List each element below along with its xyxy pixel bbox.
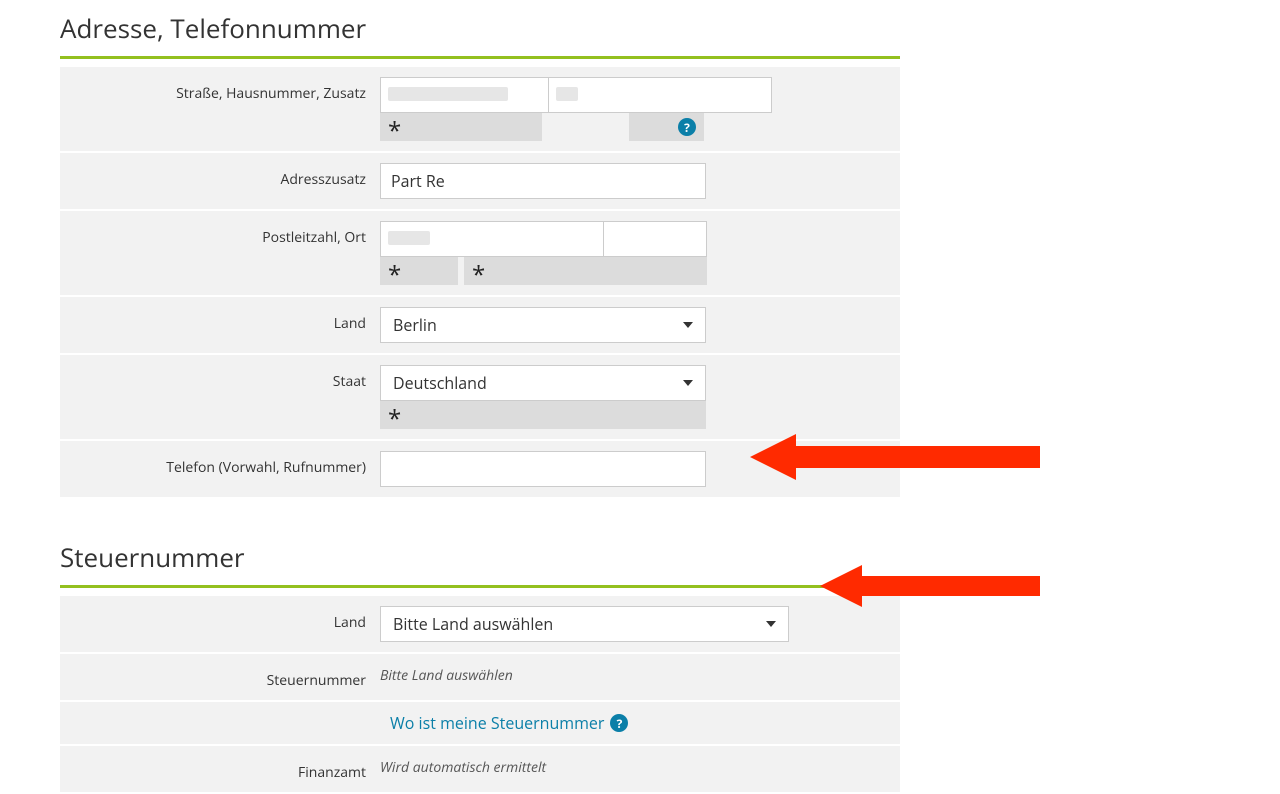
- annotation-arrow: [750, 434, 1040, 480]
- row-tax-number: Steuernummer Bitte Land auswählen: [60, 654, 900, 700]
- label-plz-ort: Postleitzahl, Ort: [60, 221, 380, 247]
- label-staat: Staat: [60, 365, 380, 391]
- required-indicator: *: [380, 401, 706, 429]
- label-addr-extra: Adresszusatz: [60, 163, 380, 189]
- where-tax-number-link[interactable]: Wo ist meine Steuernummer ?: [390, 712, 628, 734]
- row-tax-link: Wo ist meine Steuernummer ?: [60, 702, 900, 744]
- row-tax-land: Land Bitte Land auswählen: [60, 596, 900, 652]
- row-land: Land Berlin: [60, 297, 900, 353]
- row-finanzamt: Finanzamt Wird automatisch ermittelt: [60, 746, 900, 792]
- label-street: Straße, Hausnummer, Zusatz: [60, 77, 380, 103]
- addr-extra-input[interactable]: [380, 163, 706, 199]
- required-indicator: *: [380, 257, 458, 285]
- row-addr-extra: Adresszusatz: [60, 153, 900, 209]
- finanzamt-hint: Wird automatisch ermittelt: [380, 756, 900, 777]
- section-divider: [60, 585, 900, 588]
- house-number-input[interactable]: [548, 77, 772, 113]
- land-select[interactable]: Berlin: [380, 307, 706, 343]
- staat-select-value: Deutschland: [393, 372, 487, 394]
- chevron-down-icon: [683, 380, 693, 386]
- label-telefon: Telefon (Vorwahl, Rufnummer): [60, 451, 380, 477]
- help-icon[interactable]: ?: [610, 714, 628, 732]
- staat-select[interactable]: Deutschland: [380, 365, 706, 401]
- asterisk-icon: *: [472, 263, 485, 287]
- section-title-address: Adresse, Telefonnummer: [60, 10, 900, 52]
- label-land: Land: [60, 307, 380, 333]
- label-finanzamt: Finanzamt: [60, 756, 380, 782]
- required-indicator: *: [380, 113, 542, 141]
- tax-number-hint: Bitte Land auswählen: [380, 664, 900, 685]
- annotation-arrow: [820, 565, 1040, 607]
- row-plz-ort: Postleitzahl, Ort * *: [60, 211, 900, 295]
- help-bar: ?: [629, 113, 704, 141]
- required-indicator: *: [464, 257, 707, 285]
- section-title-tax: Steuernummer: [60, 539, 900, 581]
- asterisk-icon: *: [388, 407, 401, 431]
- plz-input[interactable]: [380, 221, 604, 257]
- chevron-down-icon: [683, 322, 693, 328]
- row-street: Straße, Hausnummer, Zusatz *: [60, 67, 900, 151]
- section-divider: [60, 56, 900, 59]
- label-tax-land: Land: [60, 606, 380, 632]
- asterisk-icon: *: [388, 263, 401, 287]
- help-icon[interactable]: ?: [678, 118, 696, 136]
- label-tax-number: Steuernummer: [60, 664, 380, 690]
- asterisk-icon: *: [388, 119, 401, 143]
- row-staat: Staat Deutschland *: [60, 355, 900, 439]
- land-select-value: Berlin: [393, 314, 437, 336]
- chevron-down-icon: [766, 621, 776, 627]
- link-label: Wo ist meine Steuernummer: [390, 712, 604, 734]
- tax-land-select-value: Bitte Land auswählen: [393, 613, 553, 635]
- telefon-input[interactable]: [380, 451, 706, 487]
- tax-land-select[interactable]: Bitte Land auswählen: [380, 606, 789, 642]
